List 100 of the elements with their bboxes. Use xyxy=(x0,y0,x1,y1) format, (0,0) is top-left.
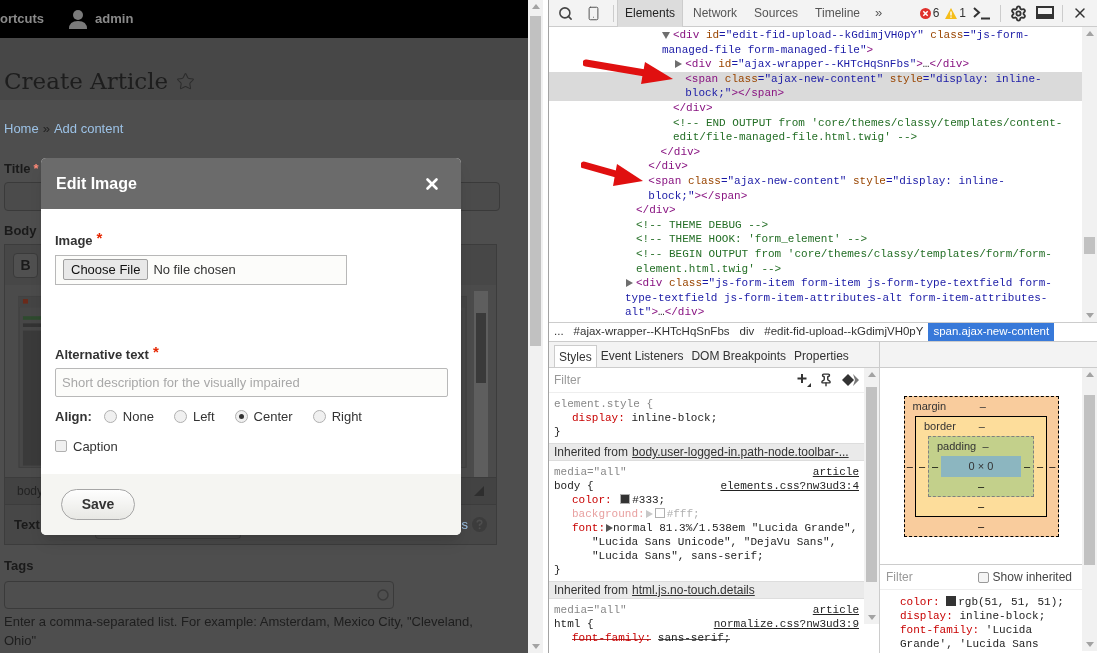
box-value: – xyxy=(979,398,986,414)
dom-row[interactable]: <!-- THEME DEBUG --> xyxy=(549,217,1082,233)
radio-label[interactable]: Right xyxy=(331,407,362,427)
sidebar-tab[interactable]: Properties xyxy=(790,345,853,367)
radio-label[interactable]: None xyxy=(122,407,154,427)
filter-field[interactable]: Filter xyxy=(554,371,797,389)
sidebar-tab[interactable]: DOM Breakpoints xyxy=(687,345,791,367)
dom-row[interactable]: <!-- BEGIN OUTPUT from 'core/themes/classy/templates/form/form- xyxy=(549,246,1082,262)
error-count[interactable]: 6 xyxy=(932,4,940,22)
source-link[interactable]: normalize.css?nw3ud3:9 xyxy=(713,617,859,631)
source-link[interactable]: elements.css?nw3ud3:4 xyxy=(720,479,859,493)
breadcrumb-item[interactable]: span.ajax-new-content xyxy=(928,323,1055,341)
required-mark: * xyxy=(152,344,159,362)
dom-row[interactable]: element.html.twig' --> xyxy=(549,261,1082,277)
dom-row[interactable]: block;"></span> xyxy=(549,188,1082,204)
code-line: <!-- THEME HOOK: 'form_element' --> xyxy=(636,232,868,248)
panel-tab[interactable]: Sources xyxy=(747,0,806,27)
dom-row[interactable]: </div> xyxy=(549,159,1082,174)
user-name[interactable]: admin xyxy=(95,9,134,29)
dom-row[interactable]: <span class="ajax-new-content" style="display: inline- xyxy=(549,71,1082,87)
alt-text-field[interactable]: Short description for the visually impaired xyxy=(55,368,448,397)
dom-row[interactable]: edit/file-managed-file.html.twig' --> xyxy=(549,130,1082,145)
code-line: <span class="ajax-new-content" style="display: inline- xyxy=(685,71,1042,87)
dom-row[interactable]: type-textfield js-form-item-attributes-alt form-item-attributes- xyxy=(549,290,1082,306)
warning-count[interactable]: 1 xyxy=(959,4,966,22)
box-value: – xyxy=(1022,458,1032,474)
rule-selector[interactable]: body { xyxy=(554,479,594,493)
sidebar-tab[interactable]: Event Listeners xyxy=(596,345,688,367)
more-tabs[interactable]: » xyxy=(875,3,883,23)
node-link[interactable]: html.js.no-touch.details xyxy=(632,581,755,599)
code-line: <div class="js-form-item form-item js-form-type-textfield form- xyxy=(636,276,1052,292)
code-line: managed-file form-managed-file"> xyxy=(661,42,874,58)
box-value: – xyxy=(1048,458,1057,474)
media-query: media="all" xyxy=(554,465,627,479)
box-value: – xyxy=(977,498,985,514)
code-line: type-textfield js-form-item-attributes-alt form-item-attributes- xyxy=(625,290,1048,306)
style-property[interactable]: display: inline-block; xyxy=(554,411,859,425)
radio-label[interactable]: Left xyxy=(192,407,215,427)
choose-file-button[interactable]: Choose File xyxy=(63,259,149,280)
breadcrumb-link[interactable]: Add content xyxy=(53,119,124,139)
style-property[interactable]: color: #333; xyxy=(554,493,859,507)
save-button[interactable]: Save xyxy=(61,489,135,520)
media-query: media="all" xyxy=(554,603,627,617)
panel-tab[interactable]: Network xyxy=(686,0,745,27)
checkbox-label[interactable]: Show inherited xyxy=(992,568,1072,586)
radio-label[interactable]: Center xyxy=(253,407,293,427)
rule-selector[interactable]: element.style { xyxy=(554,397,654,411)
code-line: block;"></span> xyxy=(685,86,785,102)
dom-row[interactable]: </div> xyxy=(549,203,1082,218)
source-link[interactable]: article xyxy=(812,465,859,479)
code-line: </div> xyxy=(672,101,713,116)
node-link[interactable]: body.user-logged-in.path-node.toolbar-... xyxy=(632,443,849,461)
computed-property[interactable]: display: inline-block; xyxy=(900,609,1078,623)
box-value: – xyxy=(930,458,940,474)
dom-row[interactable]: <div id="edit-fid-upload--kGdimjVH0pY" class="js-form- xyxy=(549,28,1082,43)
code-line: </div> xyxy=(660,144,701,160)
code-line: element.html.twig' --> xyxy=(636,261,782,277)
dom-row[interactable]: <!-- THEME HOOK: 'form_element' --> xyxy=(549,232,1082,247)
dom-row[interactable]: </div> xyxy=(549,144,1082,160)
code-line: </div> xyxy=(636,203,676,219)
code-line: <span class="ajax-new-content" style="display: inline- xyxy=(648,174,1005,189)
dom-row[interactable]: <span class="ajax-new-content" style="display: inline- xyxy=(549,173,1082,189)
box-value: – xyxy=(978,418,985,434)
dom-row[interactable]: alt">…</div> xyxy=(549,305,1082,320)
code-line: alt">…</div> xyxy=(625,305,705,321)
breadcrumb-link[interactable]: Home xyxy=(4,119,39,139)
dom-row[interactable]: <div id="ajax-wrapper--KHTcHqSnFbs">…</div> xyxy=(549,57,1082,72)
dom-row[interactable]: block;"></span> xyxy=(549,86,1082,101)
code-line: <div id="edit-fid-upload--kGdimjVH0pY" class="js-form- xyxy=(672,28,1030,44)
style-property[interactable]: font: normal 81.3%/1.538em "Lucida Grande", "Lucida Sans Unicode", "DejaVu Sans", "Lucida Sans", sans-serif; xyxy=(554,521,859,563)
computed-property[interactable]: color: rgb(51, 51, 51); xyxy=(900,595,1078,609)
source-link[interactable]: article xyxy=(812,603,859,617)
breadcrumb-item[interactable]: #edit-fid-upload--kGdimjVH0pY xyxy=(759,323,929,341)
box-value: – xyxy=(905,458,914,474)
field-label: Alternative text xyxy=(55,345,149,364)
computed-property[interactable]: font-family: 'Lucida Grande', 'Lucida Sans xyxy=(900,623,1078,651)
sidebar-tab[interactable]: Styles xyxy=(554,345,597,367)
format-help-link[interactable]: s xyxy=(461,514,468,535)
panel-tab[interactable]: Timeline xyxy=(808,0,867,27)
toolbar-link[interactable]: ortcuts xyxy=(0,9,45,29)
dom-row[interactable]: <!-- END OUTPUT from 'core/themes/classy/templates/content- xyxy=(549,115,1082,131)
breadcrumb-item[interactable]: ... xyxy=(549,323,569,341)
file-field[interactable]: Choose File No file chosen xyxy=(55,254,347,285)
panel-tab[interactable]: Elements xyxy=(617,0,684,27)
box-value: – xyxy=(1035,458,1045,474)
dom-row[interactable]: <div class="js-form-item form-item js-form-type-textfield form- xyxy=(549,276,1082,291)
checkbox-label[interactable]: Caption xyxy=(73,436,118,456)
rule-selector[interactable]: html { xyxy=(554,617,594,631)
box-value: – xyxy=(982,438,989,454)
inherited-label: Inherited from xyxy=(554,582,629,599)
code-line: <!-- THEME DEBUG --> xyxy=(636,217,769,233)
inherited-label: Inherited from xyxy=(554,444,629,461)
breadcrumb-item[interactable]: #ajax-wrapper--KHTcHqSnFbs xyxy=(568,323,735,341)
file-status: No file chosen xyxy=(153,260,236,279)
breadcrumb-separator: » xyxy=(42,120,50,138)
filter-field[interactable]: Filter xyxy=(886,568,966,586)
dialog-title: Edit Image xyxy=(56,173,137,194)
dom-row[interactable]: </div> xyxy=(549,100,1082,116)
dom-row[interactable]: managed-file form-managed-file"> xyxy=(549,42,1082,58)
breadcrumb-item[interactable]: div xyxy=(734,323,760,341)
